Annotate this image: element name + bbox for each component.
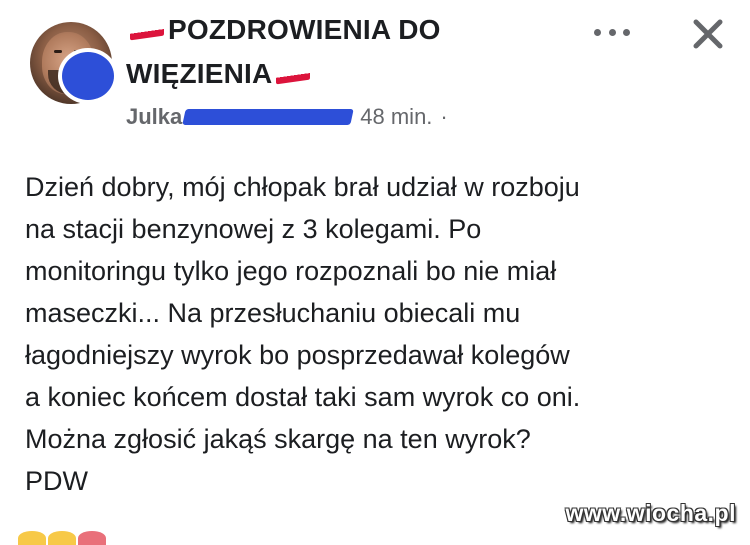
avatar-eye-left — [54, 50, 62, 53]
more-options-icon[interactable] — [594, 26, 630, 38]
poland-flag-icon — [130, 23, 164, 40]
post-body-line: na stacji benzynowej z 3 kolegami. Po — [25, 214, 482, 244]
group-name-line-2[interactable]: WIĘZIENIA — [126, 58, 314, 90]
close-icon-glyph — [693, 19, 723, 49]
post-body-line: maseczki... Na przesłuchaniu obiecali mu — [25, 298, 521, 328]
more-dot — [594, 28, 601, 36]
group-name-text-1: POZDROWIENIA DO — [168, 14, 441, 45]
post-body-line: łagodniejszy wyrok bo posprzedawał koleg… — [25, 340, 570, 370]
reaction-icons[interactable] — [18, 531, 106, 545]
love-reaction-icon — [78, 531, 106, 545]
post-body-line: Można zgłosić jakąś skargę na ten wyrok? — [25, 424, 531, 454]
close-icon[interactable] — [688, 14, 728, 54]
wow-reaction-icon — [48, 531, 76, 545]
post-body-line: a koniec końcem dostał taki sam wyrok co… — [25, 382, 581, 412]
author-name[interactable]: Julka — [126, 104, 182, 130]
avatar-redaction-mark — [62, 52, 114, 100]
post-body: Dzień dobry, mój chłopak brał udział w r… — [25, 166, 740, 502]
author-surname-redaction — [182, 109, 354, 125]
more-dot — [608, 28, 616, 36]
post-body-line: monitoringu tylko jego rozpoznali bo nie… — [25, 256, 557, 286]
meta-separator: · — [440, 104, 448, 129]
group-name-text-2: WIĘZIENIA — [126, 58, 273, 89]
haha-reaction-icon — [18, 531, 46, 545]
facebook-post: POZDROWIENIA DO WIĘZIENIA Julka 48 min. … — [0, 0, 750, 545]
post-meta: Julka 48 min. · — [126, 104, 448, 130]
more-dot — [623, 28, 630, 36]
post-body-line: Dzień dobry, mój chłopak brał udział w r… — [25, 172, 580, 202]
post-time[interactable]: 48 min. — [360, 104, 432, 130]
post-body-line: PDW — [25, 466, 88, 496]
poland-flag-icon — [276, 67, 311, 84]
group-name-line-1[interactable]: POZDROWIENIA DO — [126, 14, 441, 46]
watermark: www.wiocha.pl — [565, 500, 736, 526]
